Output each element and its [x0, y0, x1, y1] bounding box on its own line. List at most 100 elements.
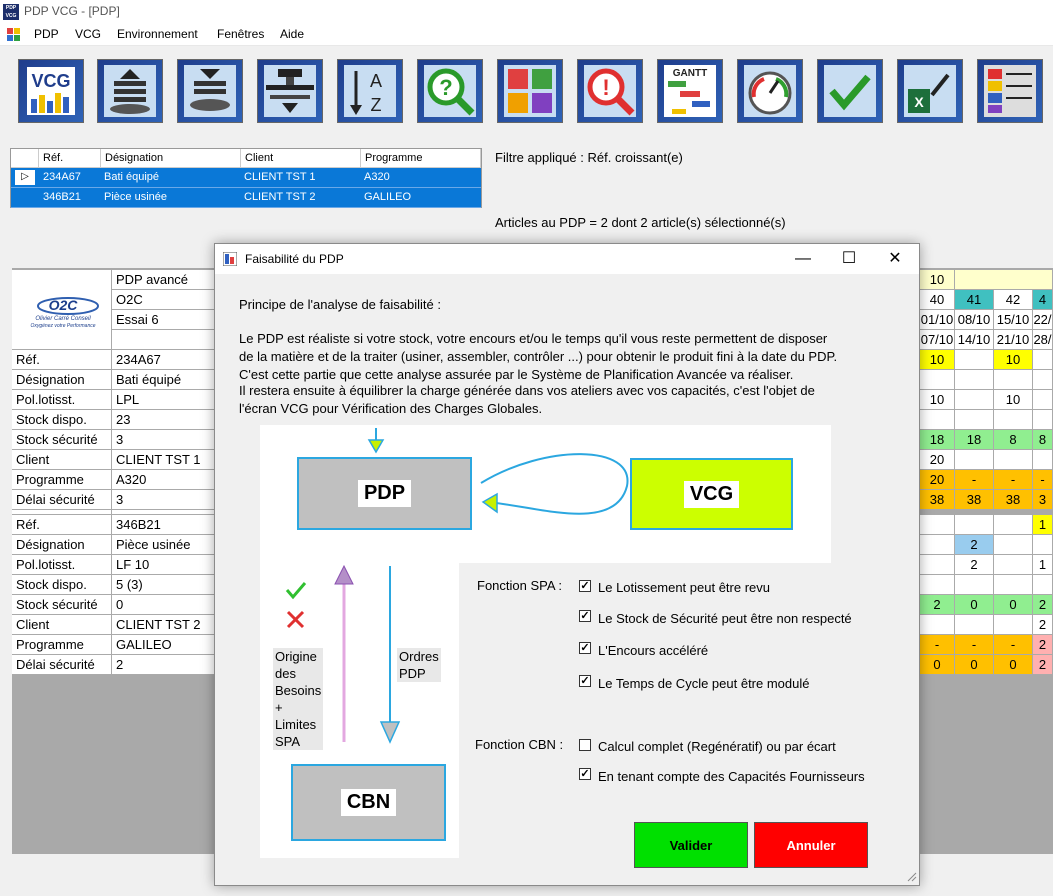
week-value-cell: 18	[920, 430, 955, 450]
cbn-option-checkbox[interactable]: ✓	[579, 768, 591, 780]
week-value-cell: 0	[955, 595, 994, 615]
system-menu-icon[interactable]	[7, 28, 21, 41]
puzzle-toolbar-button[interactable]	[497, 59, 563, 123]
month-cell: 10	[920, 270, 955, 290]
week-value-cell: 38	[920, 490, 955, 510]
cell-client: CLIENT TST 2	[244, 191, 316, 203]
week-value-cell	[1033, 370, 1053, 390]
stack-down-icon	[184, 65, 236, 117]
vcg-box-label: VCG	[683, 480, 740, 508]
week-value-cell	[920, 535, 955, 555]
cell-designation: Pièce usinée	[104, 191, 167, 203]
spa-option-checkbox[interactable]: ✓	[579, 610, 591, 622]
week-value-cell: -	[955, 635, 994, 655]
week-value-cell	[994, 535, 1033, 555]
current-row-indicator-icon: ▷	[15, 170, 35, 185]
spa-option-label[interactable]: Le Temps de Cycle peut être modulé	[598, 676, 810, 691]
excel-export-toolbar-button[interactable]: X	[897, 59, 963, 123]
help-toolbar-button[interactable]: ?	[417, 59, 483, 123]
resize-grip-icon[interactable]	[905, 870, 917, 882]
value-pol-lotisst: LPL	[112, 390, 216, 410]
excel-export-icon: X	[904, 65, 956, 117]
value-designation: Pièce usinée	[112, 535, 216, 555]
svg-text:?: ?	[439, 75, 452, 100]
cell-ref: 234A67	[43, 171, 81, 183]
week-value-cell: -	[955, 470, 994, 490]
week-number-cell: 41	[955, 290, 994, 310]
column-header-designation[interactable]: Désignation	[101, 149, 241, 168]
week-value-cell: 8	[1033, 430, 1053, 450]
week-value-cell: 38	[955, 490, 994, 510]
week-number-cell: 40	[920, 290, 955, 310]
article-selection-grid[interactable]: Réf. Désignation Client Programme ▷ 234A…	[10, 148, 482, 208]
week-value-cell	[994, 410, 1033, 430]
menu-pdp[interactable]: PDP	[34, 27, 59, 41]
window-title: PDP VCG - [PDP]	[24, 4, 120, 18]
spa-option-label[interactable]: L'Encours accéléré	[598, 643, 708, 658]
menu-bar: PDP VCG Environnement Fenêtres Aide	[0, 24, 1053, 46]
week-start-date-cell: 22/	[1033, 310, 1053, 330]
vcg-box: VCG	[630, 458, 793, 530]
cancel-button[interactable]: Annuler	[754, 822, 868, 868]
settings-toolbar-button[interactable]	[977, 59, 1043, 123]
vcg-toolbar-button[interactable]: VCG	[18, 59, 84, 123]
column-header-ref[interactable]: Réf.	[39, 149, 101, 168]
week-value-cell	[955, 370, 994, 390]
week-value-cell	[955, 410, 994, 430]
menu-vcg[interactable]: VCG	[75, 27, 101, 41]
menu-fenetres[interactable]: Fenêtres	[217, 27, 264, 41]
value-stock-dispo: 5 (3)	[112, 575, 216, 595]
stack-up-toolbar-button[interactable]	[97, 59, 163, 123]
week-value-cell: 2	[955, 555, 994, 575]
cbn-box-label: CBN	[340, 789, 397, 816]
week-value-cell: 10	[994, 350, 1033, 370]
press-toolbar-button[interactable]	[257, 59, 323, 123]
label-stock-dispo: Stock dispo.	[12, 575, 112, 595]
menu-environnement[interactable]: Environnement	[117, 27, 198, 41]
vcg-chart-icon: VCG	[27, 67, 75, 115]
cbn-option-label[interactable]: Calcul complet (Regénératif) ou par écar…	[598, 739, 836, 754]
column-header-programme[interactable]: Programme	[361, 149, 481, 168]
alert-toolbar-button[interactable]: !	[577, 59, 643, 123]
cbn-option-checkbox[interactable]	[579, 739, 591, 751]
check-toolbar-button[interactable]	[817, 59, 883, 123]
value-pol-lotisst: LF 10	[112, 555, 216, 575]
week-value-cell: -	[994, 635, 1033, 655]
value-client: CLIENT TST 1	[112, 450, 216, 470]
menu-aide[interactable]: Aide	[280, 27, 304, 41]
week-value-cell	[955, 615, 994, 635]
spa-option-label[interactable]: Le Lotissement peut être revu	[598, 580, 770, 595]
cell-programme: GALILEO	[364, 191, 412, 203]
cell-designation: Bati équipé	[104, 171, 160, 183]
week-value-cell: 18	[955, 430, 994, 450]
week-value-cell	[920, 515, 955, 535]
value-client: CLIENT TST 2	[112, 615, 216, 635]
company-logo: O2C Olivier Carré Conseil Oxygénez votre…	[12, 270, 112, 350]
gauge-toolbar-button[interactable]	[737, 59, 803, 123]
pdp-orders-label: Ordres PDP	[397, 648, 441, 682]
table-row[interactable]: ▷ 234A67 Bati équipé CLIENT TST 1 A320	[11, 168, 481, 188]
spa-option-checkbox[interactable]: ✓	[579, 675, 591, 687]
cbn-option-label[interactable]: En tenant compte des Capacités Fournisse…	[598, 769, 865, 784]
week-value-cell	[920, 615, 955, 635]
validate-button[interactable]: Valider	[634, 822, 748, 868]
week-end-date-cell: 21/10	[994, 330, 1033, 350]
value-stock-dispo: 23	[112, 410, 216, 430]
logo-subtitle: Olivier Carré Conseil	[35, 316, 91, 322]
table-row[interactable]: 346B21 Pièce usinée CLIENT TST 2 GALILEO	[11, 188, 481, 208]
label-delai-securite: Délai sécurité	[12, 655, 112, 675]
gantt-toolbar-button[interactable]: GANTT	[657, 59, 723, 123]
spa-option-checkbox[interactable]: ✓	[579, 642, 591, 654]
week-value-cell: -	[920, 635, 955, 655]
column-header-client[interactable]: Client	[241, 149, 361, 168]
week-start-date-cell: 08/10	[955, 310, 994, 330]
company-name: O2C	[112, 290, 216, 310]
label-pol-lotisst: Pol.lotisst.	[12, 555, 112, 575]
stack-down-toolbar-button[interactable]	[177, 59, 243, 123]
sort-toolbar-button[interactable]: A Z	[337, 59, 403, 123]
spa-option-label[interactable]: Le Stock de Sécurité peut être non respe…	[598, 611, 852, 626]
week-number-cell: 42	[994, 290, 1033, 310]
spa-option-checkbox[interactable]: ✓	[579, 580, 591, 592]
week-value-cell	[994, 615, 1033, 635]
week-start-date-cell: 01/10	[920, 310, 955, 330]
